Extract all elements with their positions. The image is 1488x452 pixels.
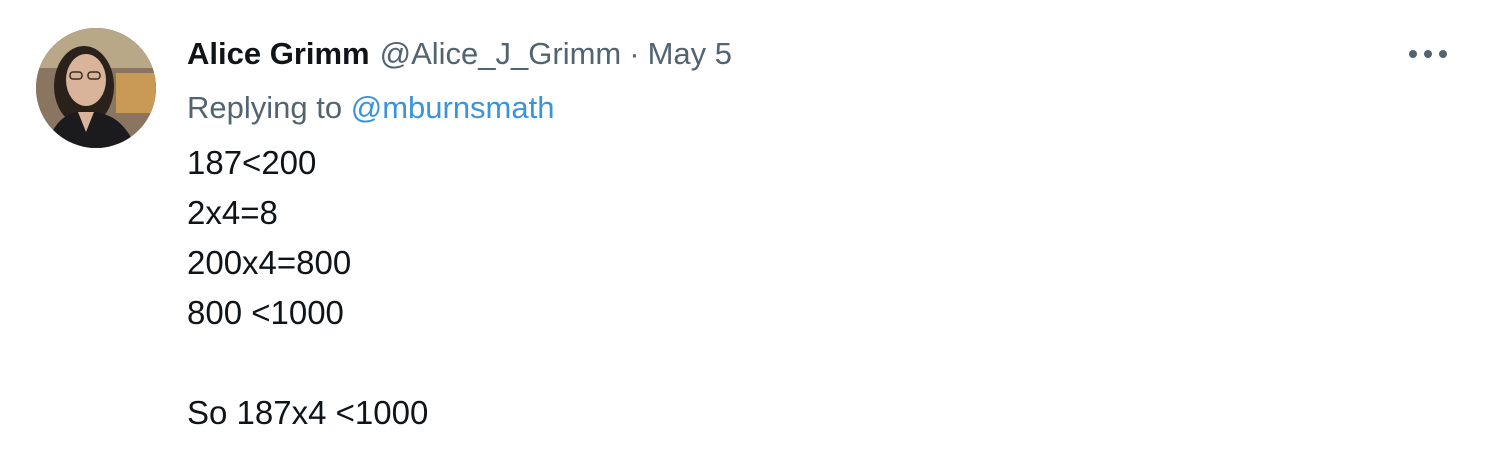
tweet-header: Alice Grimm @Alice_J_Grimm · May 5 bbox=[187, 30, 1428, 78]
tweet-text-line: 2x4=8 bbox=[187, 194, 278, 231]
replying-to-mention[interactable]: @mburnsmath bbox=[351, 90, 555, 125]
avatar-image bbox=[36, 28, 156, 148]
avatar[interactable] bbox=[36, 28, 156, 148]
replying-to-label: Replying to bbox=[187, 90, 351, 125]
tweet: Alice Grimm @Alice_J_Grimm · May 5 Reply… bbox=[0, 0, 1488, 452]
tweet-text-line: 800 <1000 bbox=[187, 294, 344, 331]
tweet-date[interactable]: May 5 bbox=[648, 30, 732, 78]
tweet-text: 187<200 2x4=8 200x4=800 800 <1000 So 187… bbox=[187, 138, 1428, 438]
tweet-text-line: 200x4=800 bbox=[187, 244, 352, 281]
replying-to: Replying to @mburnsmath bbox=[187, 82, 1428, 134]
user-handle[interactable]: @Alice_J_Grimm bbox=[380, 30, 622, 78]
tweet-text-line: 187<200 bbox=[187, 144, 317, 181]
tweet-text-line: So 187x4 <1000 bbox=[187, 394, 429, 431]
tweet-content: Alice Grimm @Alice_J_Grimm · May 5 Reply… bbox=[187, 30, 1428, 438]
separator-dot: · bbox=[629, 36, 640, 71]
display-name[interactable]: Alice Grimm bbox=[187, 30, 370, 78]
more-horizontal-icon bbox=[1409, 50, 1447, 58]
tweet-text-line bbox=[187, 338, 1428, 388]
more-options-button[interactable] bbox=[1406, 40, 1450, 68]
